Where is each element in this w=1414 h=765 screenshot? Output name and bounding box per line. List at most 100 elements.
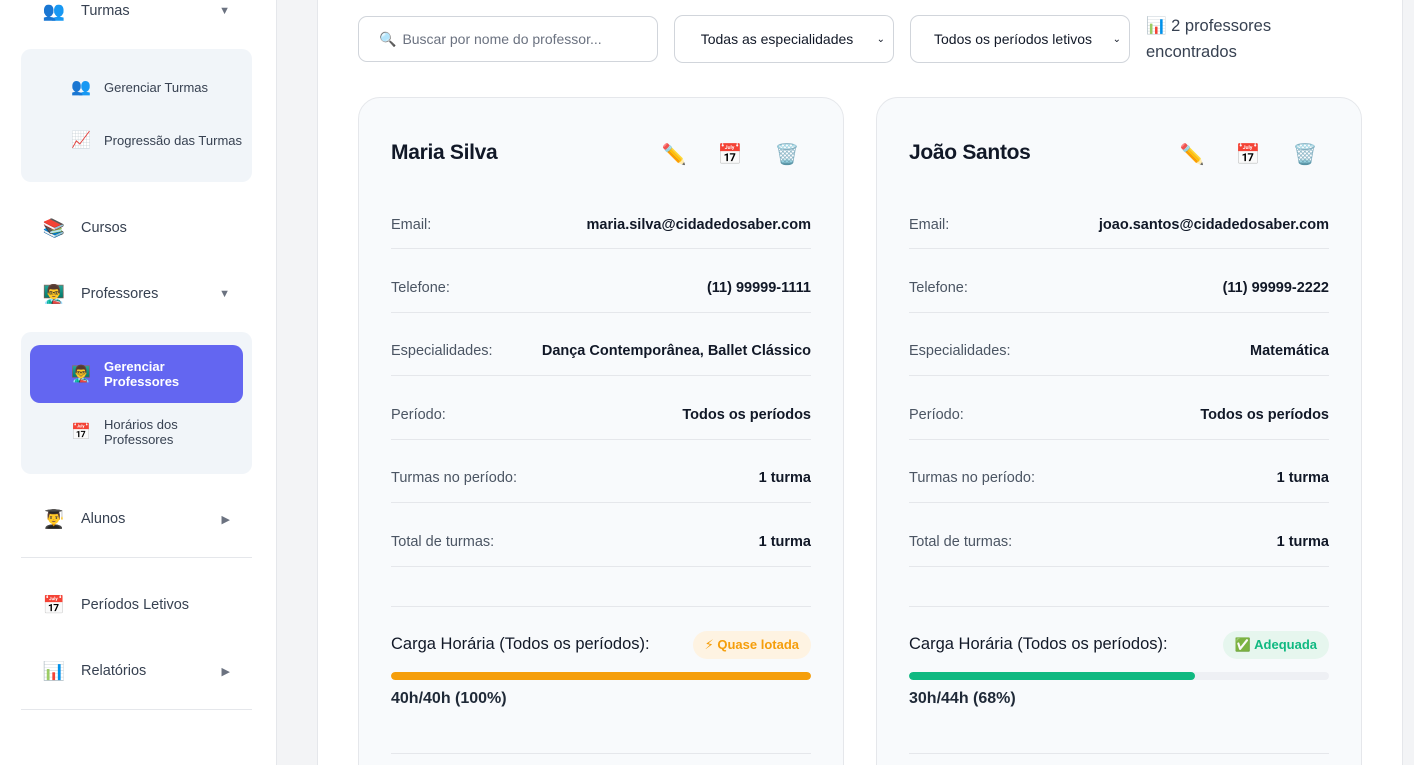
workload-label: Carga Horária (Todos os períodos): xyxy=(909,635,1168,653)
sub-item-label: Horários dos Professores xyxy=(104,417,178,447)
email-value: maria.silva@cidadedosaber.com xyxy=(586,217,812,233)
classes-period-value: 1 turma xyxy=(1276,470,1329,486)
workload-value: 40h/40h (100%) xyxy=(391,690,507,707)
classes-total-value: 1 turma xyxy=(758,534,811,550)
sub-item-label: Gerenciar Professores xyxy=(104,359,180,389)
row-divider xyxy=(909,502,1329,503)
teacher-icon: 👨‍🏫 xyxy=(71,365,91,383)
row-divider xyxy=(909,375,1329,376)
trash-icon[interactable]: 🗑️ xyxy=(773,140,801,168)
row-divider xyxy=(391,753,811,754)
chevron-down-icon: ▼ xyxy=(219,5,230,17)
specialty-select-value: Todas as especialidades xyxy=(700,31,854,47)
nav-relatorios[interactable]: 📊 Relatórios ▶ xyxy=(21,649,252,693)
sidebar-divider xyxy=(21,557,252,558)
row-divider xyxy=(391,312,811,313)
nav-periodos-label: Períodos Letivos xyxy=(81,597,190,613)
trash-icon[interactable]: 🗑️ xyxy=(1291,140,1319,168)
status-badge: ⚡ Quase lotada xyxy=(692,631,811,659)
chevron-down-icon: ▼ xyxy=(219,288,230,300)
row-divider xyxy=(391,248,811,249)
period-select-value: Todos os períodos letivos xyxy=(934,31,1092,47)
sub-gerenciar-turmas[interactable]: 👥 Gerenciar Turmas xyxy=(30,58,243,116)
chevron-right-icon: ▶ xyxy=(221,513,230,526)
books-icon: 📚 xyxy=(42,217,66,238)
edit-icon[interactable]: ✏️ xyxy=(660,140,688,168)
nav-alunos-label: Alunos xyxy=(81,511,126,527)
specialty-select[interactable]: Todas as especialidades ⌄ xyxy=(674,15,894,63)
classes-total-label: Total de turmas: xyxy=(909,534,1013,550)
email-value: joao.santos@cidadedosaber.com xyxy=(1098,217,1329,233)
phone-label: Telefone: xyxy=(909,280,968,296)
calendar-icon[interactable]: 📅 xyxy=(1234,140,1262,168)
classes-period-label: Turmas no período: xyxy=(391,470,517,486)
row-divider xyxy=(909,312,1329,313)
period-label: Período: xyxy=(391,407,446,423)
phone-value: (11) 99999-1111 xyxy=(706,280,811,296)
row-divider xyxy=(391,606,811,607)
nav-alunos[interactable]: 👨‍🎓 Alunos ▶ xyxy=(21,497,252,541)
workload-value: 30h/44h (68%) xyxy=(909,690,1016,707)
workload-progress-bar xyxy=(909,672,1329,680)
row-divider xyxy=(909,753,1329,754)
teacher-card: João Santos ✏️ 📅 🗑️ Email: joao.santos@c… xyxy=(876,97,1362,765)
search-input[interactable] xyxy=(402,31,633,47)
row-divider xyxy=(391,439,811,440)
nav-cursos[interactable]: 📚 Cursos xyxy=(21,206,252,250)
sub-gerenciar-professores[interactable]: 👨‍🏫 Gerenciar Professores xyxy=(30,345,243,403)
nav-turmas[interactable]: 👥 Turmas ▼ xyxy=(21,0,252,33)
nav-cursos-label: Cursos xyxy=(81,220,127,236)
row-divider xyxy=(909,248,1329,249)
specialties-label: Especialidades: xyxy=(391,343,493,359)
nav-professores-label: Professores xyxy=(81,286,159,302)
sub-horarios-professores[interactable]: 📅 Horários dos Professores xyxy=(30,403,243,461)
calendar-icon[interactable]: 📅 xyxy=(716,140,744,168)
row-divider xyxy=(909,606,1329,607)
email-label: Email: xyxy=(391,217,432,233)
workload-progress-bar xyxy=(391,672,811,680)
student-icon: 👨‍🎓 xyxy=(42,508,66,529)
sidebar-divider xyxy=(21,709,252,710)
email-label: Email: xyxy=(909,217,950,233)
sub-progressao-turmas[interactable]: 📈 Progressão das Turmas xyxy=(30,111,243,169)
row-divider xyxy=(391,502,811,503)
row-divider xyxy=(909,439,1329,440)
teacher-card: Maria Silva ✏️ 📅 🗑️ Email: maria.silva@c… xyxy=(358,97,844,765)
nav-relatorios-label: Relatórios xyxy=(81,663,147,679)
people-icon: 👥 xyxy=(42,0,66,21)
chevron-right-icon: ▶ xyxy=(221,665,230,678)
status-badge: ✅ Adequada xyxy=(1222,631,1329,659)
phone-value: (11) 99999-2222 xyxy=(1222,280,1329,296)
professores-submenu: 👨‍🏫 Gerenciar Professores 📅 Horários dos… xyxy=(21,332,252,474)
teacher-name: João Santos xyxy=(909,141,1031,164)
row-divider xyxy=(391,566,811,567)
sub-item-label: Gerenciar Turmas xyxy=(104,79,209,95)
workload-label: Carga Horária (Todos os períodos): xyxy=(391,635,650,653)
classes-total-label: Total de turmas: xyxy=(391,534,495,550)
teacher-icon: 👨‍🏫 xyxy=(42,283,66,304)
search-icon: 🔍 xyxy=(379,30,397,47)
nav-turmas-label: Turmas xyxy=(81,3,130,19)
search-box[interactable]: 🔍 xyxy=(358,16,658,62)
turmas-submenu: 👥 Gerenciar Turmas 📈 Progressão das Turm… xyxy=(21,49,252,182)
specialties-value: Matemática xyxy=(1250,343,1329,359)
chevron-down-icon: ⌄ xyxy=(876,33,885,45)
workload-progress-fill xyxy=(391,672,811,680)
people-icon: 👥 xyxy=(71,78,91,96)
calendar-icon: 📅 xyxy=(42,594,66,615)
sub-item-label: Progressão das Turmas xyxy=(104,132,243,148)
period-select[interactable]: Todos os períodos letivos ⌄ xyxy=(910,15,1130,63)
chart-up-icon: 📈 xyxy=(71,131,91,149)
edit-icon[interactable]: ✏️ xyxy=(1178,140,1206,168)
workload-progress-fill xyxy=(909,672,1195,680)
chevron-down-icon: ⌄ xyxy=(1112,33,1121,45)
classes-period-value: 1 turma xyxy=(758,470,811,486)
nav-professores[interactable]: 👨‍🏫 Professores ▼ xyxy=(21,272,252,316)
calendar-icon: 📅 xyxy=(71,423,91,441)
nav-periodos-letivos[interactable]: 📅 Períodos Letivos xyxy=(21,583,252,627)
teacher-name: Maria Silva xyxy=(391,141,498,164)
row-divider xyxy=(391,375,811,376)
row-divider xyxy=(909,566,1329,567)
classes-period-label: Turmas no período: xyxy=(909,470,1035,486)
specialties-value: Dança Contemporânea, Ballet Clássico xyxy=(541,343,811,359)
